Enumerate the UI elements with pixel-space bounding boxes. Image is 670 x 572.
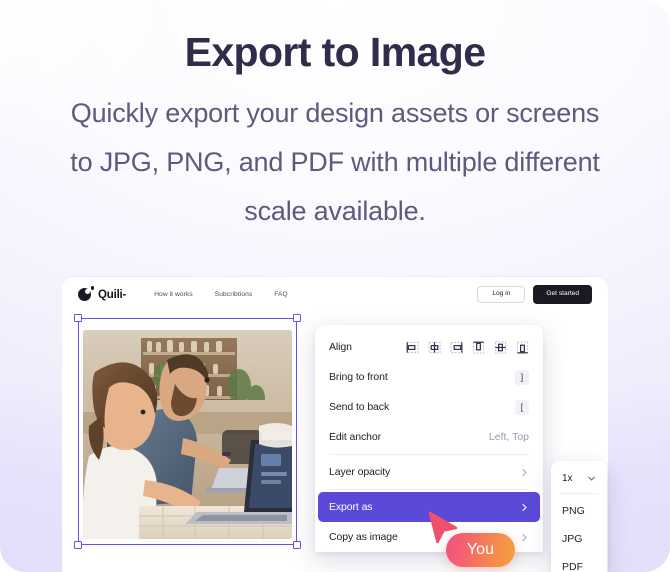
nav-item-faq[interactable]: FAQ (274, 291, 288, 298)
context-menu-item-align[interactable]: Align (315, 332, 543, 362)
copy-as-image-right (520, 533, 529, 542)
selection-handle-top-left[interactable] (74, 314, 82, 322)
get-started-button[interactable]: Get started (533, 285, 592, 304)
context-menu-item-copy-as-image[interactable]: Copy as image (315, 522, 543, 552)
edit-anchor-right: Left, Top (489, 431, 529, 443)
context-menu-divider-2 (329, 489, 529, 490)
selected-object[interactable] (74, 314, 301, 549)
export-submenu-divider (560, 493, 598, 494)
selection-handle-bottom-right[interactable] (293, 541, 301, 549)
context-menu-item-send-to-back[interactable]: Send to back [ (315, 392, 543, 422)
quili-circle-logo-icon (78, 286, 94, 302)
bring-to-front-label: Bring to front (329, 371, 388, 383)
app-actions: Log in Get started (477, 285, 592, 304)
nav-item-how-it-works[interactable]: How it works (154, 291, 193, 298)
align-label: Align (329, 341, 352, 353)
send-to-back-label: Send to back (329, 401, 390, 413)
context-menu: Align Bring to front] Send to back [Ed… (315, 325, 543, 552)
align-icon-group (406, 340, 529, 354)
layer-opacity-label: Layer opacity (329, 466, 391, 478)
selection-frame (78, 318, 297, 545)
brand[interactable]: Quili- (78, 286, 127, 302)
page-title: Export to Image (184, 29, 486, 75)
edit-anchor-label: Edit anchor (329, 431, 382, 443)
align-center-horizontal-icon[interactable] (428, 341, 441, 354)
chevron-right-icon (520, 503, 529, 512)
align-left-icon[interactable] (406, 341, 419, 354)
app-mockup-card: Quili- How it works Subcribtions FAQ Log… (62, 277, 608, 572)
export-format-png[interactable]: PNG (551, 497, 607, 525)
send-to-back-right: [ (515, 399, 529, 415)
context-menu-divider (329, 454, 529, 455)
export-as-right (520, 503, 529, 512)
app-nav: How it works Subcribtions FAQ (154, 291, 288, 298)
context-menu-item-layer-opacity[interactable]: Layer opacity (315, 457, 543, 487)
layer-opacity-right (520, 468, 529, 477)
align-top-icon[interactable] (472, 340, 485, 354)
export-as-label: Export as (329, 501, 373, 513)
app-topbar: Quili- How it works Subcribtions FAQ Log… (62, 277, 608, 312)
align-middle-vertical-icon[interactable] (494, 340, 507, 354)
brand-name: Quili- (98, 288, 127, 301)
export-submenu: 1x PNG JPG PDF (551, 461, 607, 572)
nav-item-subcribtions[interactable]: Subcribtions (215, 291, 253, 298)
chevron-right-icon (520, 533, 529, 542)
export-format-jpg[interactable]: JPG (551, 525, 607, 553)
export-scale-dropdown[interactable]: 1x (551, 465, 607, 491)
edit-anchor-value: Left, Top (488, 431, 529, 443)
align-right-icon[interactable] (450, 341, 463, 354)
context-menu-item-edit-anchor[interactable]: Edit anchor Left, Top (315, 422, 543, 452)
export-scale-value: 1x (562, 472, 573, 484)
selection-handle-top-right[interactable] (293, 314, 301, 322)
chevron-down-icon (587, 474, 596, 483)
hero-section: Export to Image Quickly export your desi… (0, 0, 670, 236)
align-bottom-icon[interactable] (516, 340, 529, 354)
context-menu-item-bring-to-front[interactable]: Bring to front ] (315, 362, 543, 392)
bring-to-front-shortcut: ] (515, 369, 529, 385)
chevron-right-icon (520, 468, 529, 477)
selection-handle-bottom-left[interactable] (74, 541, 82, 549)
copy-as-image-label: Copy as image (329, 531, 398, 543)
context-menu-item-export-as[interactable]: Export as (318, 492, 540, 522)
login-button[interactable]: Log in (477, 285, 526, 304)
export-format-pdf[interactable]: PDF (551, 553, 607, 572)
page-root: Export to Image Quickly export your desi… (0, 0, 670, 572)
bring-to-front-right: ] (515, 369, 529, 385)
page-subtitle: Quickly export your design assets or scr… (70, 97, 600, 227)
send-to-back-shortcut: [ (515, 399, 529, 415)
